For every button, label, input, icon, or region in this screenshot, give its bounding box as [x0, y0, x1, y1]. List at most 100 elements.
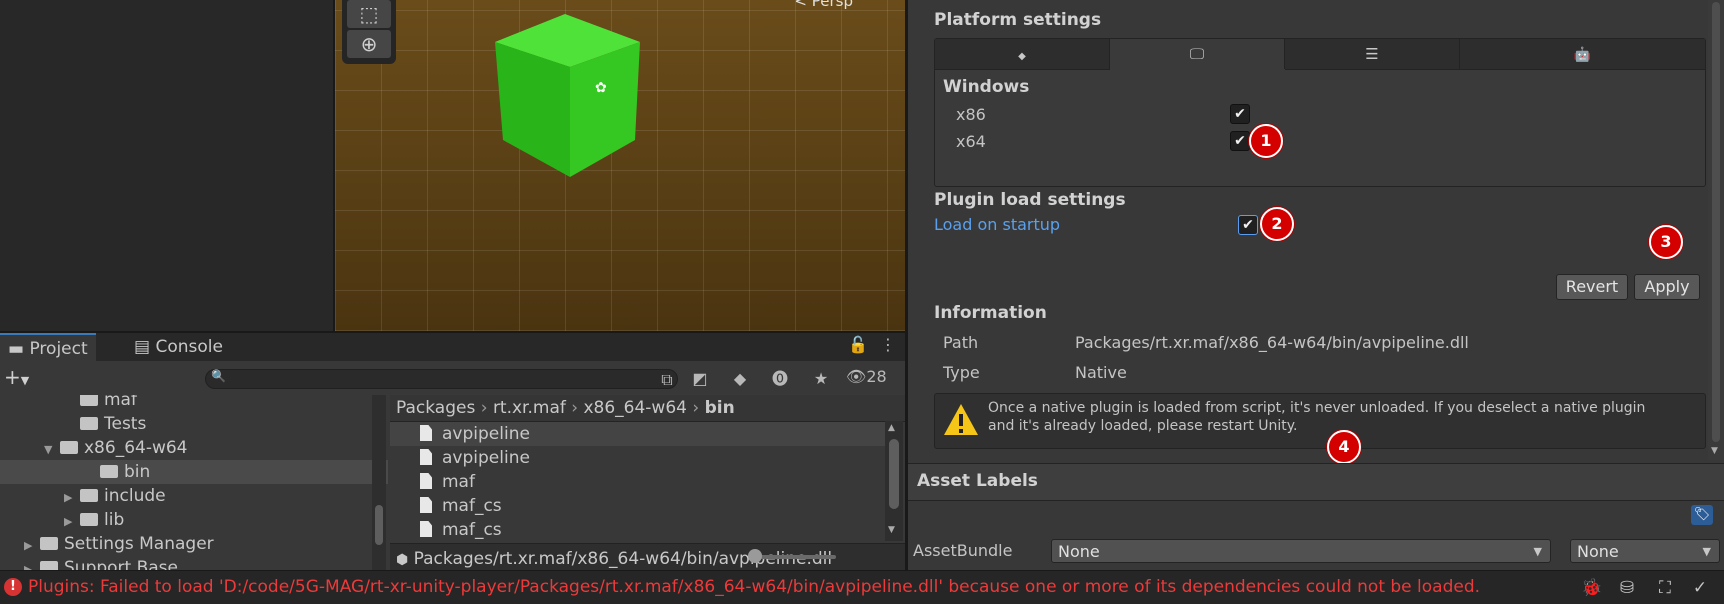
- tree-item-label: bin: [124, 462, 151, 482]
- tree-item[interactable]: ▼ x86_64-w64: [0, 436, 388, 460]
- scroll-up-icon[interactable]: ▲: [888, 423, 895, 433]
- cache-server-icon[interactable]: ⛁: [1615, 576, 1639, 600]
- scrollbar-thumb[interactable]: [889, 439, 899, 509]
- inspector-scrollbar[interactable]: ▼: [1708, 0, 1724, 460]
- zoom-slider-handle[interactable]: [748, 549, 762, 563]
- file-browser: Packages › rt.xr.maf › x86_64-w64 › bin …: [390, 395, 905, 572]
- debug-bug-icon[interactable]: 🐞: [1580, 576, 1604, 600]
- tab-android[interactable]: 🤖: [1460, 39, 1705, 70]
- asset-labels-header[interactable]: Asset Labels: [908, 463, 1724, 501]
- breadcrumb-item[interactable]: x86_64-w64: [583, 398, 687, 418]
- warning-helpbox: Once a native plugin is loaded from scri…: [934, 393, 1706, 449]
- scene-view[interactable]: ⬚ ⊕ < Persp ✿: [335, 0, 905, 331]
- breadcrumb-item[interactable]: rt.xr.maf: [493, 398, 566, 418]
- tab-console[interactable]: ▤ Console: [126, 333, 231, 361]
- expand-arrow-icon[interactable]: ▶: [64, 486, 80, 510]
- tab-standalone[interactable]: 🖵: [1110, 39, 1285, 69]
- search-input[interactable]: [205, 369, 678, 389]
- hidden-count: 28: [866, 367, 887, 386]
- file-item[interactable]: avpipeline: [390, 446, 885, 470]
- project-tab-bar: ▬ Project ▤ Console 🔓 ⋮: [0, 333, 905, 361]
- tree-scrollbar[interactable]: [372, 395, 386, 572]
- folder-icon: [80, 489, 98, 502]
- zoom-slider[interactable]: [754, 555, 836, 559]
- folder-icon: [80, 513, 98, 526]
- scrollbar-thumb[interactable]: [1712, 2, 1720, 442]
- warning-icon: [944, 404, 978, 435]
- tree-item[interactable]: ▶ include: [0, 484, 388, 508]
- arch-x86-label: x86: [956, 105, 986, 124]
- tree-item-label: Tests: [104, 414, 147, 434]
- favorites-star-icon[interactable]: ★: [808, 367, 834, 391]
- tab-project[interactable]: ▬ Project: [0, 333, 96, 361]
- progress-check-icon[interactable]: ✓: [1688, 576, 1712, 600]
- warning-text-line1: Once a native plugin is loaded from scri…: [988, 400, 1646, 416]
- green-cube[interactable]: [485, 12, 655, 182]
- tag-icon[interactable]: 🏷: [1691, 505, 1713, 525]
- file-icon: [420, 473, 432, 489]
- file-icon: [420, 449, 432, 465]
- revert-button[interactable]: Revert: [1556, 274, 1628, 300]
- apply-button[interactable]: Apply: [1634, 274, 1700, 300]
- file-list-scrollbar[interactable]: ▲ ▼: [885, 421, 903, 541]
- breadcrumb-item[interactable]: bin: [705, 398, 735, 418]
- breadcrumb-item[interactable]: Packages: [396, 398, 475, 418]
- tree-item-label: include: [104, 486, 166, 506]
- assetbundle-variant-dropdown[interactable]: None ▼: [1570, 539, 1720, 563]
- hidden-packages-toggle[interactable]: 👁28: [846, 367, 887, 386]
- file-item[interactable]: maf_cs: [390, 494, 885, 518]
- scrollbar-thumb[interactable]: [375, 505, 383, 545]
- folder-icon: [40, 537, 58, 550]
- type-label: Type: [943, 363, 980, 382]
- folder-icon: [100, 465, 118, 478]
- filter-by-type-icon[interactable]: ◩: [687, 367, 713, 391]
- tree-item[interactable]: Tests: [0, 412, 388, 436]
- x86-checkbox[interactable]: ✔: [1230, 104, 1250, 124]
- folder-tree: maf Tests ▼ x86_64-w64 bin ▶ include ▶ lib ▶ Setti…: [0, 395, 388, 572]
- filter-by-label-icon[interactable]: ◆: [727, 367, 753, 391]
- console-icon: ▤: [134, 337, 151, 357]
- more-options-icon[interactable]: ⋮: [880, 335, 896, 354]
- folder-icon: [80, 417, 98, 430]
- search-by-type-icon[interactable]: ⧉: [654, 368, 680, 392]
- inspector-panel: Platform settings ◆ 🖵 ☰ 🤖 Windows x86 ✔ …: [908, 0, 1724, 570]
- assetbundle-label: AssetBundle: [913, 541, 1013, 560]
- camera-gizmo-icon: ✿: [595, 80, 607, 96]
- rect-tool-icon[interactable]: ⬚: [347, 0, 391, 28]
- status-error-message[interactable]: Plugins: Failed to load 'D:/code/5G-MAG/…: [28, 577, 1480, 597]
- annotation-marker-4: 4: [1327, 430, 1361, 464]
- path-value: Packages/rt.xr.maf/x86_64-w64/bin/avpipe…: [1075, 333, 1469, 352]
- file-item[interactable]: avpipeline: [390, 422, 885, 446]
- chevron-down-icon: ▼: [1533, 545, 1542, 558]
- lock-icon[interactable]: 🔓: [848, 335, 868, 354]
- file-item[interactable]: maf: [390, 470, 885, 494]
- tree-item[interactable]: maf: [0, 395, 388, 412]
- perspective-label[interactable]: < Persp: [794, 0, 853, 10]
- transform-tool-icon[interactable]: ⊕: [347, 30, 391, 58]
- expand-arrow-icon[interactable]: ▼: [44, 438, 60, 462]
- load-on-startup-checkbox[interactable]: ✔: [1238, 215, 1258, 235]
- filter-by-log-icon[interactable]: ⓿: [767, 367, 793, 391]
- server-icon: ☰: [1365, 45, 1379, 63]
- folder-icon: ▬: [8, 339, 25, 359]
- scroll-down-icon[interactable]: ▼: [888, 525, 895, 535]
- load-on-startup-label: Load on startup: [934, 215, 1061, 234]
- x64-checkbox[interactable]: ✔: [1230, 131, 1250, 151]
- create-add-button[interactable]: +▼: [4, 365, 29, 389]
- assetbundle-dropdown[interactable]: None ▼: [1051, 539, 1551, 563]
- tree-item[interactable]: ▶ Settings Manager: [0, 532, 388, 556]
- expand-arrow-icon[interactable]: ▶: [64, 510, 80, 534]
- status-bar[interactable]: ! Plugins: Failed to load 'D:/code/5G-MA…: [0, 570, 1724, 604]
- tab-server[interactable]: ☰: [1285, 39, 1460, 70]
- tab-default-platform[interactable]: ◆: [935, 39, 1110, 70]
- tree-item[interactable]: bin: [0, 460, 388, 484]
- tree-item[interactable]: ▶ lib: [0, 508, 388, 532]
- annotation-marker-3: 3: [1649, 225, 1683, 259]
- auto-generate-lighting-icon[interactable]: ⛶: [1653, 576, 1677, 600]
- project-panel: ▬ Project ▤ Console 🔓 ⋮ +▼ 🔍 ⧉ ◩ ◆ ⓿ ★ 👁…: [0, 331, 905, 572]
- annotation-marker-2: 2: [1260, 207, 1294, 241]
- expand-arrow-icon[interactable]: ▶: [24, 534, 40, 558]
- file-item[interactable]: maf_cs: [390, 518, 885, 542]
- scroll-down-icon[interactable]: ▼: [1711, 446, 1718, 456]
- search-icon: 🔍: [211, 369, 226, 383]
